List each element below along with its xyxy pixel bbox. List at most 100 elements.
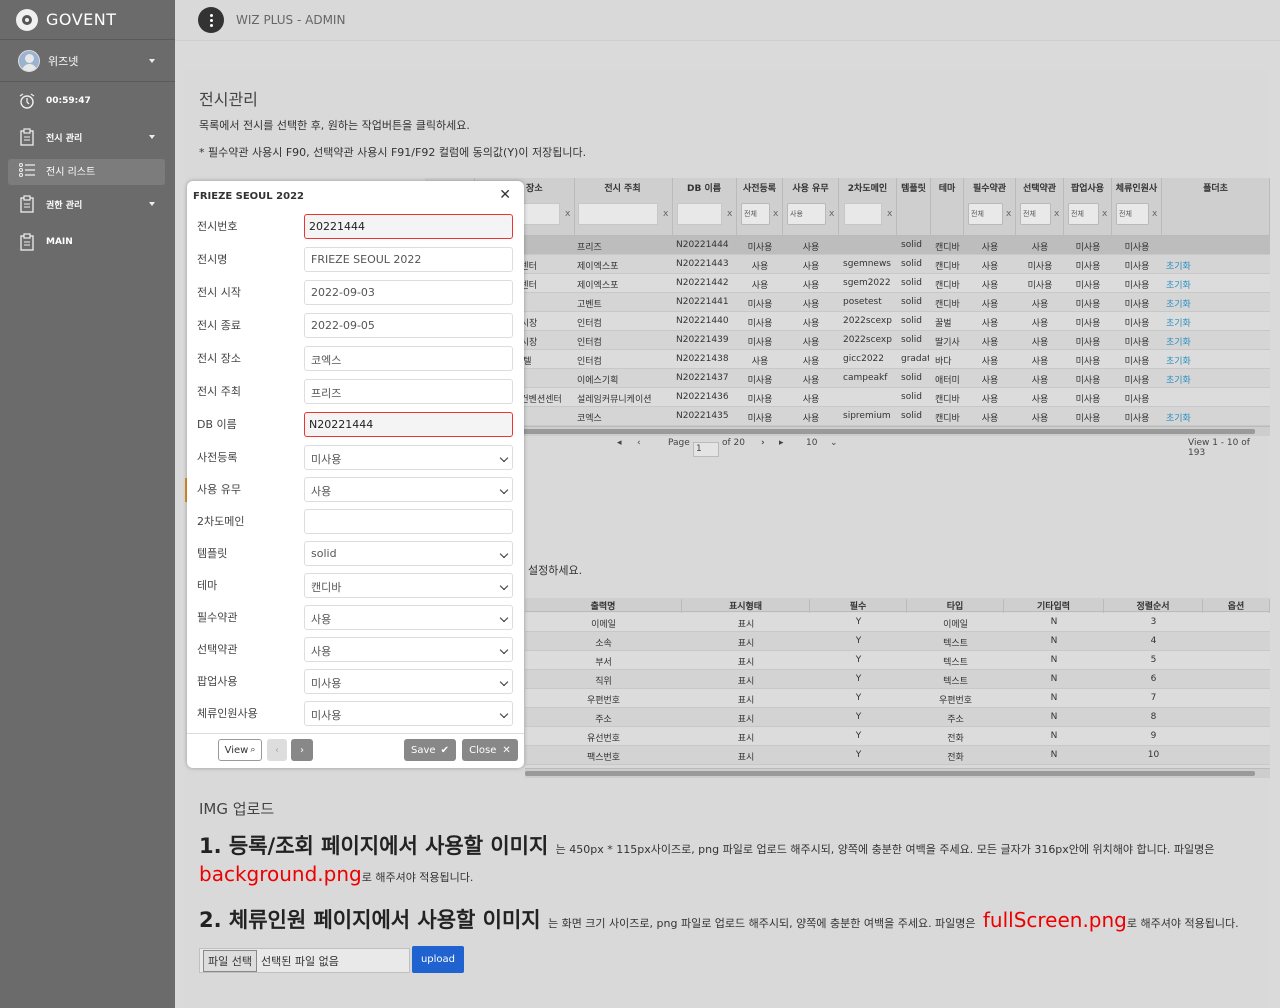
column-filter-input[interactable] bbox=[844, 203, 882, 225]
table-row[interactable]: 부서 표시 Y 텍스트 N 5 bbox=[525, 651, 1270, 670]
column-filter-select[interactable]: 전체 bbox=[1020, 203, 1051, 225]
file-select-button[interactable]: 파일 선택 bbox=[203, 949, 257, 972]
field-input[interactable]: N20221444 bbox=[304, 412, 513, 437]
table-row[interactable]: 팩스번호 표시 Y 전화 N 10 bbox=[525, 746, 1270, 765]
field-select[interactable]: 미사용 bbox=[304, 445, 513, 470]
field-select[interactable]: 미사용 bbox=[304, 701, 513, 726]
more-menu-icon[interactable] bbox=[198, 7, 224, 33]
column-header[interactable]: 타입 bbox=[907, 599, 1004, 613]
reset-link[interactable]: 초기화 bbox=[1166, 354, 1268, 367]
column-header[interactable]: 필수 bbox=[810, 599, 907, 613]
table-row[interactable]: 22-10-10군산새만금컨벤션센터설레임커뮤니케이션N20221436미사용사… bbox=[425, 388, 1270, 407]
clear-filter-icon[interactable]: x bbox=[663, 209, 668, 219]
close-button[interactable]: Close ✕ bbox=[462, 739, 518, 761]
table-cell: campeakf bbox=[843, 373, 888, 383]
column-filter-select[interactable]: 전체 bbox=[1068, 203, 1099, 225]
reset-link[interactable]: 초기화 bbox=[1166, 411, 1268, 424]
column-filter-input[interactable] bbox=[578, 203, 658, 225]
user-menu[interactable]: 위즈넷 bbox=[0, 40, 175, 82]
clear-filter-icon[interactable]: x bbox=[773, 209, 778, 219]
field-select[interactable]: 사용 bbox=[304, 605, 513, 630]
field-input[interactable]: 20221444 bbox=[304, 214, 513, 239]
field-input[interactable]: 코엑스 bbox=[304, 346, 513, 371]
prev-page-icon[interactable]: ‹ bbox=[637, 438, 641, 448]
column-header[interactable]: 테마 bbox=[931, 178, 964, 236]
sidebar-item-exhibit-mgmt[interactable]: 전시 관리 bbox=[0, 120, 175, 154]
upload-button[interactable]: upload bbox=[412, 946, 464, 973]
table-row[interactable]: 22-12-31test고벤트N20221441미사용사용posetestsol… bbox=[425, 293, 1270, 312]
table-row[interactable]: 22-08-21벡스코이에스기획N20221437미사용사용campeakfso… bbox=[425, 369, 1270, 388]
clear-filter-icon[interactable]: x bbox=[1152, 209, 1157, 219]
column-filter-select[interactable]: 사용 bbox=[787, 203, 826, 225]
table-cell: 사용 bbox=[1031, 243, 1049, 253]
field-select[interactable]: 캔디바 bbox=[304, 573, 513, 598]
table-row[interactable]: 22-12-07창원컨벤션센터제이엑스포N20221442사용사용sgem202… bbox=[425, 274, 1270, 293]
reset-link[interactable]: 초기화 bbox=[1166, 259, 1268, 272]
clear-filter-icon[interactable]: x bbox=[829, 209, 834, 219]
sidebar-item-auth-mgmt[interactable]: 권한 관리 bbox=[0, 186, 175, 222]
reset-link[interactable]: 초기화 bbox=[1166, 335, 1268, 348]
table-row[interactable]: 22-09-05코엑스프리즈N20221444미사용사용solid캔디바사용사용… bbox=[425, 236, 1270, 255]
field-input[interactable]: 프리즈 bbox=[304, 379, 513, 404]
scrollbar-thumb[interactable] bbox=[425, 429, 1255, 434]
horizontal-scrollbar[interactable] bbox=[425, 426, 1270, 436]
file-input[interactable]: 파일 선택 선택된 파일 없음 bbox=[199, 948, 410, 973]
prev-record-button[interactable]: ‹ bbox=[267, 739, 287, 761]
column-header[interactable]: 정렬순서 bbox=[1104, 599, 1203, 613]
field-select[interactable]: solid bbox=[304, 541, 513, 566]
reset-link[interactable]: 초기화 bbox=[1166, 278, 1268, 291]
rows-per-page-select[interactable]: 10 bbox=[806, 438, 817, 448]
clear-filter-icon[interactable]: x bbox=[887, 209, 892, 219]
page-input[interactable]: 1 bbox=[693, 442, 719, 457]
table-row[interactable]: 22-10-01코엑스코엑스N20221435미사용사용sipremiumsol… bbox=[425, 407, 1270, 426]
clear-filter-icon[interactable]: x bbox=[1006, 209, 1011, 219]
table-row[interactable]: 우편번호 표시 Y 우편번호 N 7 bbox=[525, 689, 1270, 708]
table-cell: gradat bbox=[901, 354, 929, 364]
column-header[interactable]: 기타입력 bbox=[1004, 599, 1104, 613]
column-header[interactable]: 출력명 bbox=[525, 599, 682, 613]
clear-filter-icon[interactable]: x bbox=[727, 209, 732, 219]
table-row[interactable]: 이메일 표시 Y 이메일 N 3 bbox=[525, 613, 1270, 632]
view-button[interactable]: View ⌕ bbox=[218, 739, 262, 761]
last-page-icon[interactable]: ▸ bbox=[779, 438, 784, 448]
table-row[interactable]: 23-04-06창원컨벤션센터제이엑스포N20221443사용사용sgemnew… bbox=[425, 255, 1270, 274]
column-header[interactable]: 표시형태 bbox=[682, 599, 810, 613]
table-row[interactable]: 22-09-01킨텍스 2전시장인터컴N20221439미사용사용2022sce… bbox=[425, 331, 1270, 350]
column-filter-select[interactable]: 전체 bbox=[1116, 203, 1149, 225]
table-row[interactable]: 주소 표시 Y 주소 N 8 bbox=[525, 708, 1270, 727]
clear-filter-icon[interactable]: x bbox=[1054, 209, 1059, 219]
close-icon[interactable]: ✕ bbox=[499, 187, 511, 203]
column-header[interactable]: 옵션 bbox=[1203, 599, 1270, 613]
table-row[interactable]: 22-09-01킨텍스 2전시장인터컴N20221440미사용사용2022sce… bbox=[425, 312, 1270, 331]
table-row[interactable]: 직위 표시 Y 텍스트 N 6 bbox=[525, 670, 1270, 689]
field-select[interactable]: 사용 bbox=[304, 637, 513, 662]
sidebar-item-exhibit-list[interactable]: 전시 리스트 bbox=[0, 154, 175, 186]
save-button[interactable]: Save ✔ bbox=[404, 739, 456, 761]
horizontal-scrollbar[interactable] bbox=[525, 768, 1270, 778]
field-input[interactable]: 2022-09-05 bbox=[304, 313, 513, 338]
field-input[interactable] bbox=[304, 509, 513, 534]
reset-link[interactable]: 초기화 bbox=[1166, 373, 1268, 386]
next-page-icon[interactable]: › bbox=[761, 438, 765, 448]
reset-link[interactable]: 초기화 bbox=[1166, 297, 1268, 310]
table-row[interactable]: 소속 표시 Y 텍스트 N 4 bbox=[525, 632, 1270, 651]
clear-filter-icon[interactable]: x bbox=[565, 209, 570, 219]
scrollbar-thumb[interactable] bbox=[525, 771, 1255, 776]
sidebar-item-main[interactable]: MAIN bbox=[0, 222, 175, 262]
next-record-button[interactable]: › bbox=[291, 739, 313, 761]
field-select[interactable]: 미사용 bbox=[304, 669, 513, 694]
column-filter-select[interactable]: 전체 bbox=[968, 203, 1003, 225]
field-select[interactable]: 사용 bbox=[304, 477, 513, 502]
column-header[interactable]: 템플릿 bbox=[897, 178, 931, 236]
brand[interactable]: GOVENT bbox=[0, 0, 175, 40]
column-header[interactable]: 폴더초 bbox=[1162, 178, 1270, 236]
field-input[interactable]: 2022-09-03 bbox=[304, 280, 513, 305]
first-page-icon[interactable]: ◂ bbox=[617, 438, 622, 448]
table-row[interactable]: 22-08-31서울 신라호텔인터컴N20221438사용사용gicc2022g… bbox=[425, 350, 1270, 369]
table-row[interactable]: 유선번호 표시 Y 전화 N 9 bbox=[525, 727, 1270, 746]
reset-link[interactable]: 초기화 bbox=[1166, 316, 1268, 329]
field-input[interactable]: FRIEZE SEOUL 2022 bbox=[304, 247, 513, 272]
clear-filter-icon[interactable]: x bbox=[1102, 209, 1107, 219]
column-filter-select[interactable]: 전체 bbox=[741, 203, 770, 225]
column-filter-input[interactable] bbox=[677, 203, 722, 225]
